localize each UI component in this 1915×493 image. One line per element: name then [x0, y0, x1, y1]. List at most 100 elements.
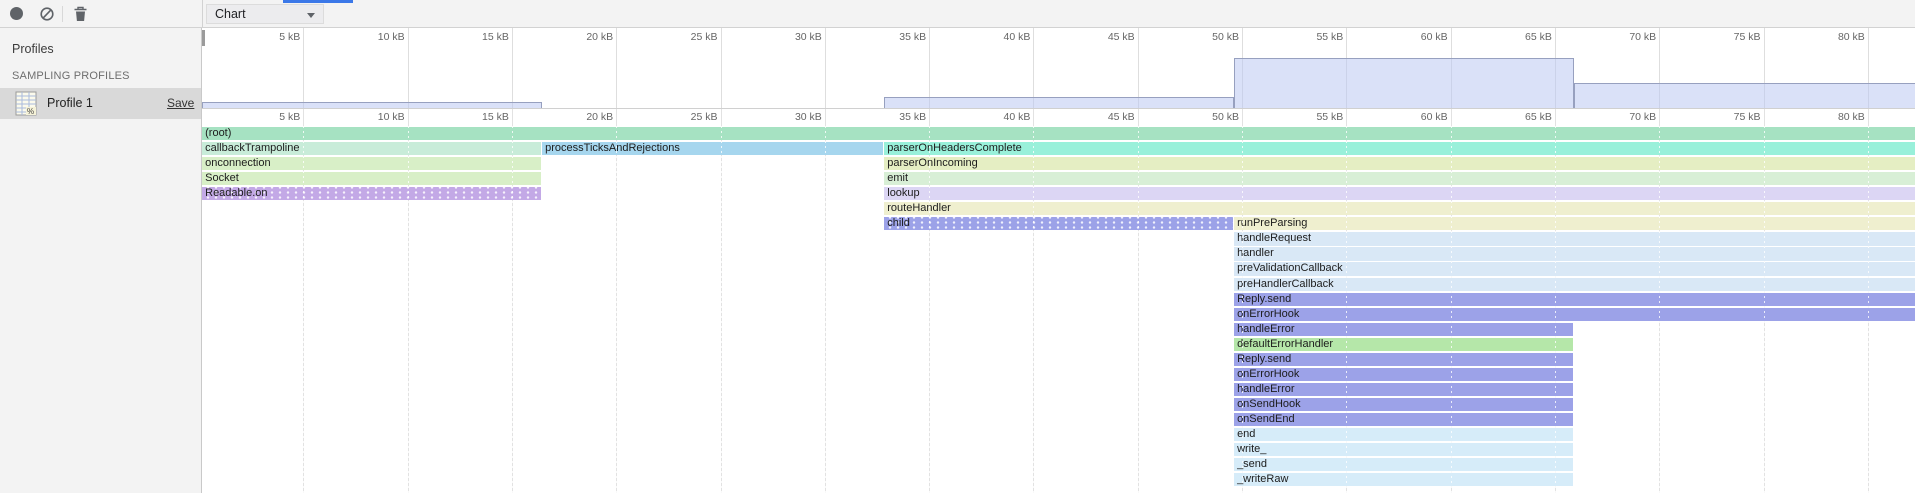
- profile-icon: %: [15, 91, 37, 116]
- ruler-tick-label: 35 kB: [868, 31, 926, 43]
- record-icon[interactable]: [10, 7, 23, 20]
- overview-memory-segment: [1234, 58, 1574, 108]
- flame-bar[interactable]: write_: [1234, 443, 1573, 456]
- flame-bar[interactable]: child: [884, 217, 1233, 230]
- gridline: [1868, 109, 1869, 126]
- gridline: [616, 28, 617, 108]
- profiles-sidebar: Profiles SAMPLING PROFILES % Profile 1 S…: [0, 28, 202, 493]
- flame-bar[interactable]: handleError: [1234, 323, 1573, 336]
- flame-bar[interactable]: Socket: [202, 172, 541, 185]
- gridline: [721, 109, 722, 126]
- gridline: [1346, 109, 1347, 126]
- ruler-tick-label: 70 kB: [1598, 31, 1656, 43]
- ruler-tick-label: 40 kB: [972, 31, 1030, 43]
- flame-bar[interactable]: emit: [884, 172, 1915, 185]
- flame-bar[interactable]: _send: [1234, 458, 1573, 471]
- toolbar-divider: [202, 0, 203, 28]
- flame-bar[interactable]: runPreParsing: [1234, 217, 1915, 230]
- flame-bar[interactable]: onErrorHook: [1234, 368, 1573, 381]
- flame-bar[interactable]: preValidationCallback: [1234, 262, 1915, 275]
- gridline: [1138, 109, 1139, 126]
- ruler-tick-label: 70 kB: [1598, 109, 1656, 126]
- flame-bar-label: onSendEnd: [1237, 413, 1295, 425]
- ruler-tick-label: 10 kB: [347, 31, 405, 43]
- gridline: [1659, 126, 1660, 493]
- flame-bar-label: runPreParsing: [1237, 217, 1307, 229]
- flame-bar[interactable]: callbackTrampoline: [202, 142, 541, 155]
- sidebar-item-profile-1[interactable]: % Profile 1 Save: [0, 88, 201, 119]
- flame-bar[interactable]: onSendEnd: [1234, 413, 1573, 426]
- ruler-tick-label: 15 kB: [451, 109, 509, 126]
- flame-bar-label: defaultErrorHandler: [1237, 338, 1333, 350]
- flame-bar[interactable]: Readable.on: [202, 187, 541, 200]
- gridline: [1242, 126, 1243, 493]
- gridline: [1138, 126, 1139, 493]
- clear-icon[interactable]: [39, 6, 55, 22]
- flame-chart: (root) callbackTrampoline processTicksAndR…: [202, 126, 1915, 493]
- flame-bar-label: preHandlerCallback: [1237, 278, 1334, 290]
- flame-bar[interactable]: parserOnHeadersComplete: [884, 142, 1915, 155]
- gridline: [1868, 126, 1869, 493]
- flame-bar[interactable]: handleRequest: [1234, 232, 1915, 245]
- flame-bar-label: child: [887, 217, 910, 229]
- memory-overview[interactable]: 5 kB10 kB15 kB20 kB25 kB30 kB35 kB40 kB4…: [202, 28, 1915, 109]
- flame-bar-label: onconnection: [205, 157, 270, 169]
- flame-bar-label: preValidationCallback: [1237, 262, 1343, 274]
- flame-bar[interactable]: routeHandler: [884, 202, 1915, 215]
- flame-bar[interactable]: parserOnIncoming: [884, 157, 1915, 170]
- gridline: [1555, 126, 1556, 493]
- flame-bar[interactable]: onconnection: [202, 157, 541, 170]
- ruler-tick-label: 55 kB: [1285, 109, 1343, 126]
- toolbar-separator: [62, 6, 63, 22]
- flame-bar[interactable]: preHandlerCallback: [1234, 278, 1915, 291]
- profile-name: Profile 1: [47, 96, 93, 110]
- flame-bar-label: onErrorHook: [1237, 308, 1299, 320]
- flame-bar-label: handleError: [1237, 383, 1294, 395]
- flame-bar[interactable]: Reply.send: [1234, 293, 1915, 306]
- ruler-tick-label: 25 kB: [660, 31, 718, 43]
- gridline: [1451, 109, 1452, 126]
- ruler-tick-label: 65 kB: [1494, 31, 1552, 43]
- flame-bar[interactable]: handler: [1234, 247, 1915, 260]
- flame-bar-label: onSendHook: [1237, 398, 1301, 410]
- gridline: [408, 126, 409, 493]
- gridline: [616, 109, 617, 126]
- flame-bar-label: parserOnIncoming: [887, 157, 978, 169]
- gridline: [825, 28, 826, 108]
- flame-bar[interactable]: Reply.send: [1234, 353, 1573, 366]
- flame-bar-label: processTicksAndRejections: [545, 142, 680, 154]
- save-profile-link[interactable]: Save: [167, 96, 194, 110]
- ruler-tick-label: 40 kB: [972, 109, 1030, 126]
- flame-bar[interactable]: defaultErrorHandler: [1234, 338, 1573, 351]
- flame-bar[interactable]: onSendHook: [1234, 398, 1573, 411]
- gridline: [721, 126, 722, 493]
- overview-scrollbar[interactable]: [202, 30, 205, 46]
- flame-bar[interactable]: onErrorHook: [1234, 308, 1915, 321]
- view-mode-value: Chart: [215, 7, 246, 21]
- ruler-tick-label: 35 kB: [868, 109, 926, 126]
- view-mode-select[interactable]: Chart: [206, 4, 324, 24]
- flame-bar[interactable]: processTicksAndRejections: [542, 142, 883, 155]
- gridline: [1555, 109, 1556, 126]
- gridline: [1242, 109, 1243, 126]
- active-tab-indicator: [283, 0, 353, 3]
- flame-bar[interactable]: handleError: [1234, 383, 1573, 396]
- gridline: [825, 109, 826, 126]
- ruler-tick-label: 45 kB: [1077, 31, 1135, 43]
- flame-bar[interactable]: lookup: [884, 187, 1915, 200]
- ruler-tick-label: 80 kB: [1807, 31, 1865, 43]
- flame-bar[interactable]: (root): [202, 127, 1915, 140]
- flame-bar[interactable]: _writeRaw: [1234, 473, 1573, 486]
- svg-text:%: %: [27, 107, 34, 116]
- gridline: [512, 126, 513, 493]
- flame-bar-label: end: [1237, 428, 1255, 440]
- flame-bar-label: handleError: [1237, 323, 1294, 335]
- trash-icon[interactable]: [72, 5, 89, 23]
- flame-bar[interactable]: end: [1234, 428, 1573, 441]
- gridline: [929, 126, 930, 493]
- ruler-tick-label: 5 kB: [242, 109, 300, 126]
- gridline: [721, 28, 722, 108]
- ruler-tick-label: 5 kB: [242, 31, 300, 43]
- flame-bar-label: emit: [887, 172, 908, 184]
- ruler-tick-label: 75 kB: [1703, 31, 1761, 43]
